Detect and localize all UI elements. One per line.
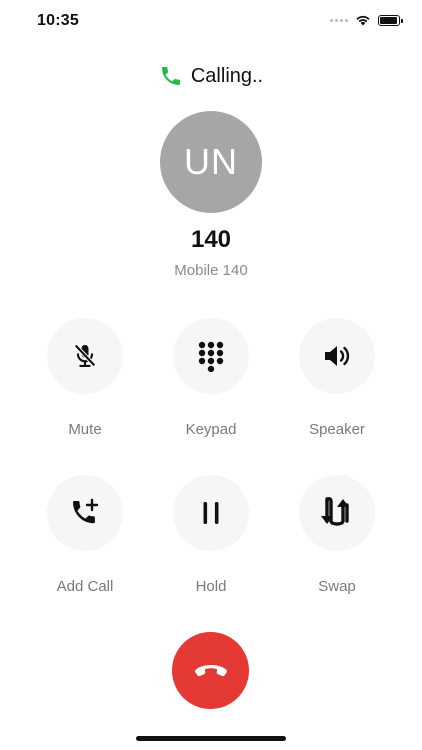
battery-icon — [378, 14, 403, 26]
keypad-button[interactable] — [173, 318, 249, 394]
end-call-button[interactable] — [172, 632, 249, 709]
swap-control: Swap — [282, 475, 392, 595]
add-call-control: Add Call — [30, 475, 140, 595]
cellular-signal-icon — [330, 18, 348, 22]
status-indicators — [330, 14, 403, 26]
home-indicator[interactable] — [136, 736, 286, 741]
mute-label: Mute — [68, 421, 102, 438]
call-status: Calling.. — [0, 64, 422, 88]
hold-label: Hold — [195, 578, 227, 595]
keypad-label: Keypad — [185, 421, 237, 438]
mute-control: Mute — [30, 318, 140, 438]
speaker-icon — [325, 346, 350, 366]
speaker-control: Speaker — [282, 318, 392, 438]
keypad-icon — [198, 341, 224, 372]
add-call-label: Add Call — [56, 578, 114, 595]
contact-name: 140 — [190, 226, 232, 253]
mute-button[interactable] — [47, 318, 123, 394]
hang-up-icon — [194, 664, 227, 676]
status-time: 10:35 — [37, 12, 79, 29]
wifi-icon — [356, 15, 370, 26]
phone-icon — [161, 67, 180, 85]
microphone-off-icon — [74, 344, 96, 367]
contact-number-label: Mobile 140 — [174, 262, 248, 279]
swap-button[interactable] — [299, 475, 375, 551]
speaker-label: Speaker — [309, 421, 365, 438]
speaker-button[interactable] — [299, 318, 375, 394]
call-status-text: Calling.. — [190, 64, 264, 87]
add-call-icon — [73, 498, 99, 524]
hold-control: Hold — [156, 475, 266, 595]
add-call-button[interactable] — [47, 475, 123, 551]
swap-label: Swap — [318, 578, 356, 595]
keypad-control: Keypad — [156, 318, 266, 438]
hold-button[interactable] — [173, 475, 249, 551]
avatar: UN — [160, 111, 262, 213]
pause-icon — [203, 502, 219, 524]
status-bar: 10:35 — [0, 0, 422, 44]
swap-icon — [321, 497, 349, 526]
